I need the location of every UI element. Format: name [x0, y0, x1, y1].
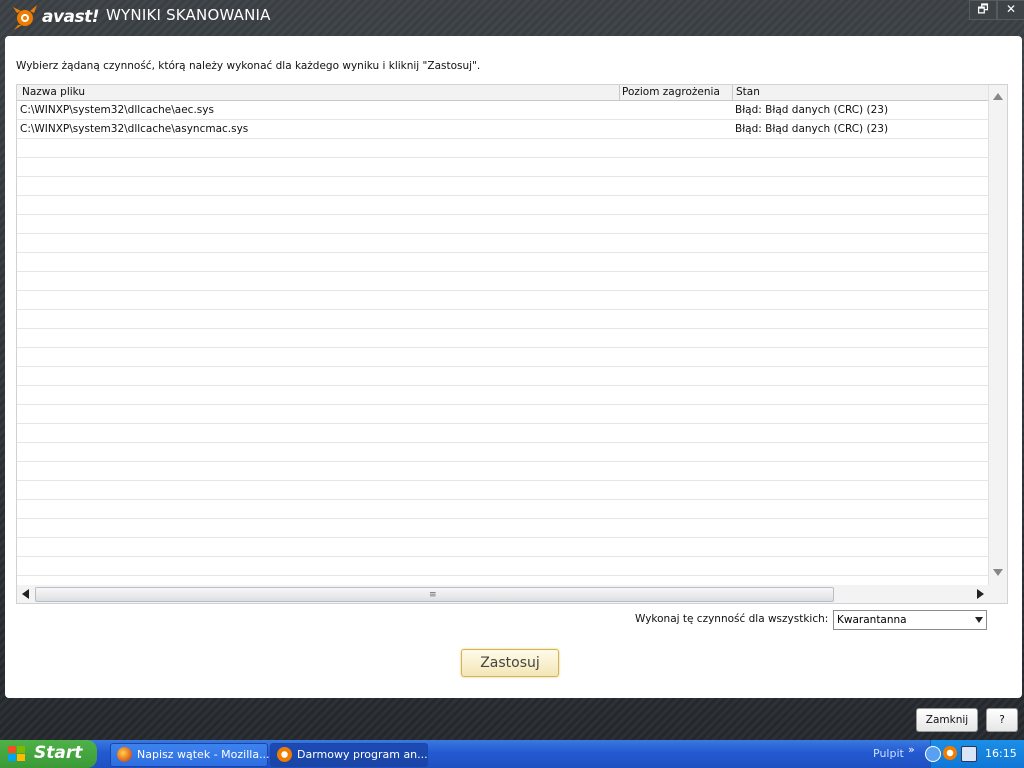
empty-row	[17, 443, 988, 462]
scroll-grip-icon: ≡	[429, 590, 437, 600]
brand-text: avast!	[42, 7, 100, 27]
avast-tray-icon[interactable]	[943, 746, 957, 760]
start-label: Start	[34, 743, 83, 763]
empty-row	[17, 386, 988, 405]
empty-row	[17, 196, 988, 215]
table-row[interactable]: C:\WINXP\system32\dllcache\aec.sys Błąd:…	[17, 101, 988, 120]
empty-row	[17, 462, 988, 481]
desktop-toolbar-label[interactable]: Pulpit	[873, 747, 904, 760]
selected-action: Kwarantanna	[837, 614, 907, 626]
close-button[interactable]: Zamknij	[916, 708, 978, 732]
row-status: Błąd: Błąd danych (CRC) (23)	[735, 104, 889, 116]
windows-logo-icon	[8, 746, 25, 761]
table-header: Nazwa pliku Poziom zagrożenia Stan	[17, 85, 988, 101]
empty-row	[17, 329, 988, 348]
empty-row	[17, 348, 988, 367]
row-file-path: C:\WINXP\system32\dllcache\aec.sys	[20, 104, 214, 116]
empty-row	[17, 291, 988, 310]
empty-row	[17, 215, 988, 234]
restore-button[interactable]: 🗗	[969, 0, 997, 20]
scroll-up-icon[interactable]	[993, 93, 1003, 100]
window-title: WYNIKI SKANOWANIA	[106, 6, 271, 24]
empty-row	[17, 177, 988, 196]
restore-icon: 🗗	[977, 2, 989, 16]
tray-collapse-icon[interactable]	[925, 746, 941, 762]
empty-row	[17, 500, 988, 519]
taskbar-item-label: Darmowy program an...	[297, 748, 428, 761]
avast-logo-icon	[13, 5, 37, 30]
column-header-threat-level[interactable]: Poziom zagrożenia	[622, 86, 720, 98]
empty-row	[17, 367, 988, 386]
help-button[interactable]: ?	[986, 708, 1018, 732]
empty-row	[17, 481, 988, 500]
row-file-path: C:\WINXP\system32\dllcache\asyncmac.sys	[20, 123, 249, 135]
column-divider[interactable]	[732, 85, 733, 100]
scroll-down-icon[interactable]	[993, 569, 1003, 576]
row-status: Błąd: Błąd danych (CRC) (23)	[735, 123, 889, 135]
avast-window: avast! WYNIKI SKANOWANIA 🗗 ✕ Wybierz żąd…	[0, 0, 1024, 740]
clock[interactable]: 16:15	[985, 747, 1017, 760]
empty-row	[17, 519, 988, 538]
apply-all-action-select[interactable]: Kwarantanna	[833, 610, 987, 630]
toolbar-chevron-icon[interactable]: »	[908, 743, 915, 756]
apply-all-label: Wykonaj tę czynność dla wszystkich:	[635, 613, 829, 625]
empty-row	[17, 158, 988, 177]
firefox-icon	[117, 747, 132, 762]
instruction-text: Wybierz żądaną czynność, którą należy wy…	[16, 60, 481, 72]
column-divider[interactable]	[619, 85, 620, 100]
empty-row	[17, 139, 988, 158]
windows-taskbar: Start Napisz wątek - Mozilla... Darmowy …	[0, 740, 1024, 768]
empty-row	[17, 253, 988, 272]
dropdown-arrow-icon	[975, 617, 983, 623]
scroll-right-icon[interactable]	[977, 589, 984, 599]
empty-row	[17, 557, 988, 576]
system-tray: 16:15	[925, 740, 1024, 768]
close-icon: ✕	[1005, 2, 1017, 16]
empty-row	[17, 234, 988, 253]
results-panel: Wybierz żądaną czynność, którą należy wy…	[5, 36, 1022, 698]
table-body: C:\WINXP\system32\dllcache\aec.sys Błąd:…	[17, 101, 988, 595]
avast-logo: avast!	[12, 3, 100, 31]
table-row[interactable]: C:\WINXP\system32\dllcache\asyncmac.sys …	[17, 120, 988, 139]
column-header-status[interactable]: Stan	[736, 86, 760, 98]
network-icon[interactable]	[961, 746, 977, 762]
horizontal-scroll-thumb[interactable]: ≡	[35, 587, 834, 602]
column-header-file[interactable]: Nazwa pliku	[22, 86, 85, 98]
results-table: Nazwa pliku Poziom zagrożenia Stan C:\WI…	[16, 84, 1008, 604]
avast-icon	[277, 747, 292, 762]
taskbar-item-label: Napisz wątek - Mozilla...	[137, 748, 270, 761]
apply-button[interactable]: Zastosuj	[461, 649, 559, 677]
taskbar-item-avast[interactable]: Darmowy program an...	[270, 743, 428, 767]
vertical-scrollbar[interactable]	[988, 85, 1007, 585]
empty-row	[17, 538, 988, 557]
title-bar: avast! WYNIKI SKANOWANIA 🗗 ✕	[0, 0, 1024, 34]
empty-row	[17, 424, 988, 443]
empty-row	[17, 310, 988, 329]
scroll-left-icon[interactable]	[22, 589, 29, 599]
empty-row	[17, 405, 988, 424]
taskbar-item-firefox[interactable]: Napisz wątek - Mozilla...	[110, 743, 270, 767]
empty-row	[17, 272, 988, 291]
horizontal-scrollbar[interactable]: ≡	[17, 585, 1007, 603]
start-button[interactable]: Start	[0, 740, 97, 768]
close-window-button[interactable]: ✕	[997, 0, 1024, 20]
